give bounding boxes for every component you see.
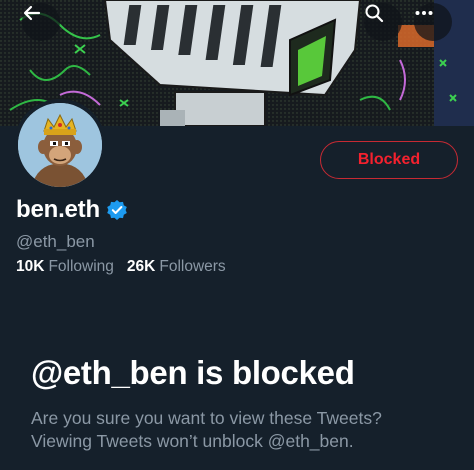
ape-avatar-image xyxy=(18,103,102,187)
profile-handle: @eth_ben xyxy=(16,232,95,251)
followers-label: Followers xyxy=(159,258,226,275)
blocked-notice-message: Are you sure you want to view these Twee… xyxy=(31,407,382,453)
profile-name-row: ben.eth xyxy=(16,196,128,224)
following-count: 10K xyxy=(16,258,45,275)
verified-badge-icon xyxy=(107,200,127,220)
profile-avatar[interactable] xyxy=(14,99,106,191)
blocked-button[interactable]: Blocked xyxy=(320,141,458,179)
more-options-button[interactable] xyxy=(414,3,452,41)
following-link[interactable]: 10K Following xyxy=(16,258,114,276)
search-button[interactable] xyxy=(364,3,402,41)
profile-stats: 10K Following 26K Followers xyxy=(16,258,226,276)
followers-link[interactable]: 26K Followers xyxy=(127,258,226,276)
followers-count: 26K xyxy=(126,258,156,275)
blocked-notice-line-2: Viewing Tweets won’t unblock @eth_ben. xyxy=(31,431,354,451)
search-icon xyxy=(365,4,384,23)
blocked-notice-line-1: Are you sure you want to view these Twee… xyxy=(31,408,382,428)
following-label: Following xyxy=(48,258,114,275)
arrow-left-icon xyxy=(23,5,41,21)
back-button[interactable] xyxy=(22,3,60,41)
display-name: ben.eth xyxy=(16,196,100,223)
more-horizontal-icon xyxy=(415,11,433,15)
blocked-notice-title: @eth_ben is blocked xyxy=(31,354,355,391)
